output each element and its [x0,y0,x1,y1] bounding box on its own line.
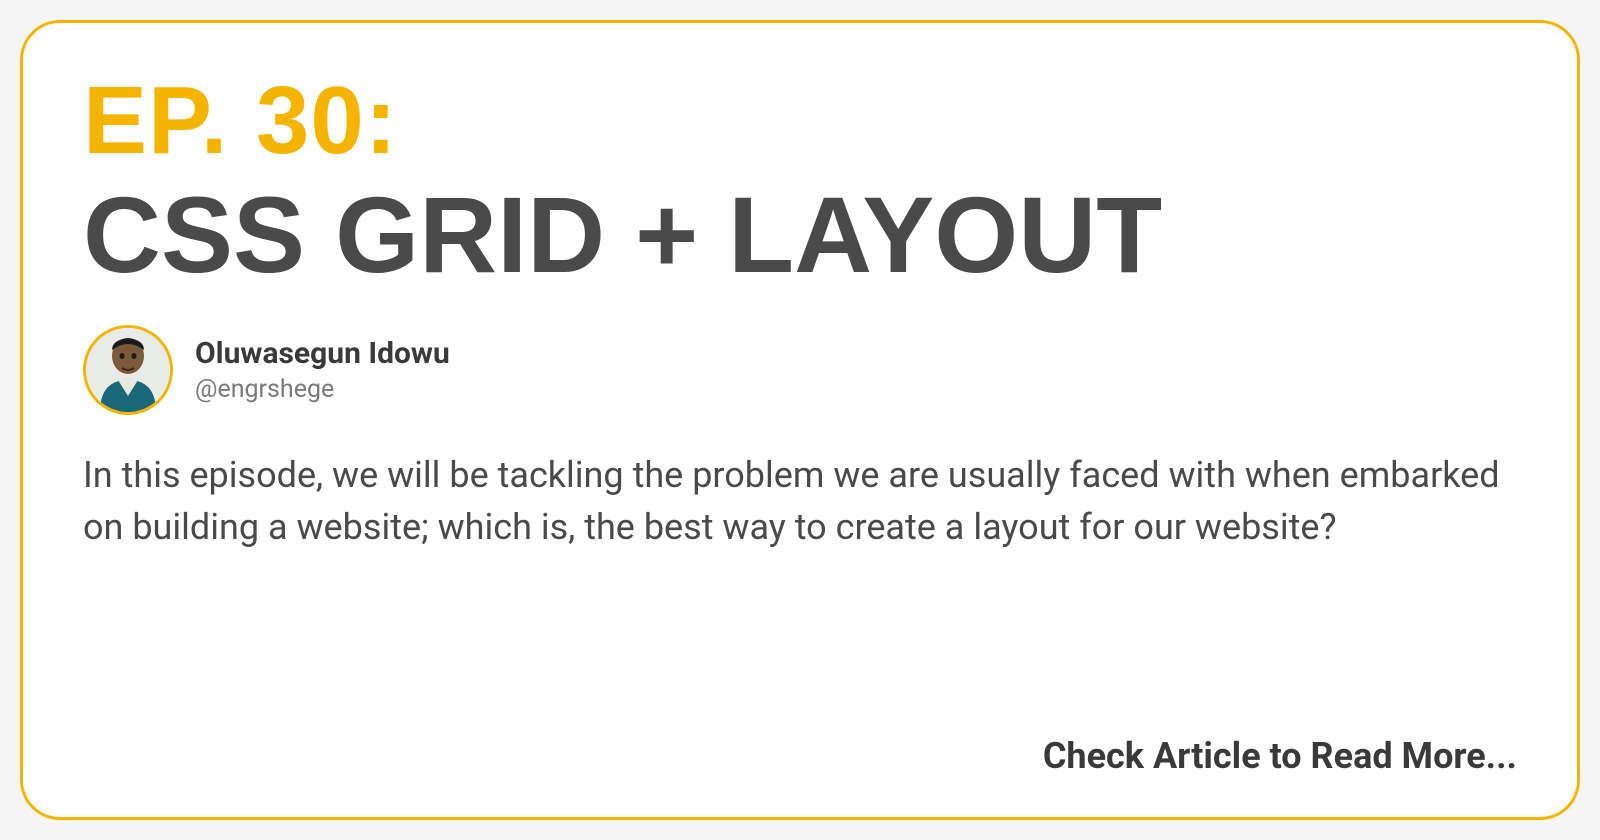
author-name: Oluwasegun Idowu [195,336,450,371]
author-info: Oluwasegun Idowu @engrshege [195,336,450,404]
episode-description: In this episode, we will be tackling the… [83,449,1517,553]
author-avatar [83,325,173,415]
author-row: Oluwasegun Idowu @engrshege [83,325,1517,415]
episode-title: CSS GRID + LAYOUT [83,181,1517,289]
author-handle: @engrshege [195,375,450,404]
read-more-link[interactable]: Check Article to Read More... [83,735,1517,777]
episode-label: EP. 30: [83,73,1517,169]
episode-card: EP. 30: CSS GRID + LAYOUT Oluwasegun Ido… [20,20,1580,820]
